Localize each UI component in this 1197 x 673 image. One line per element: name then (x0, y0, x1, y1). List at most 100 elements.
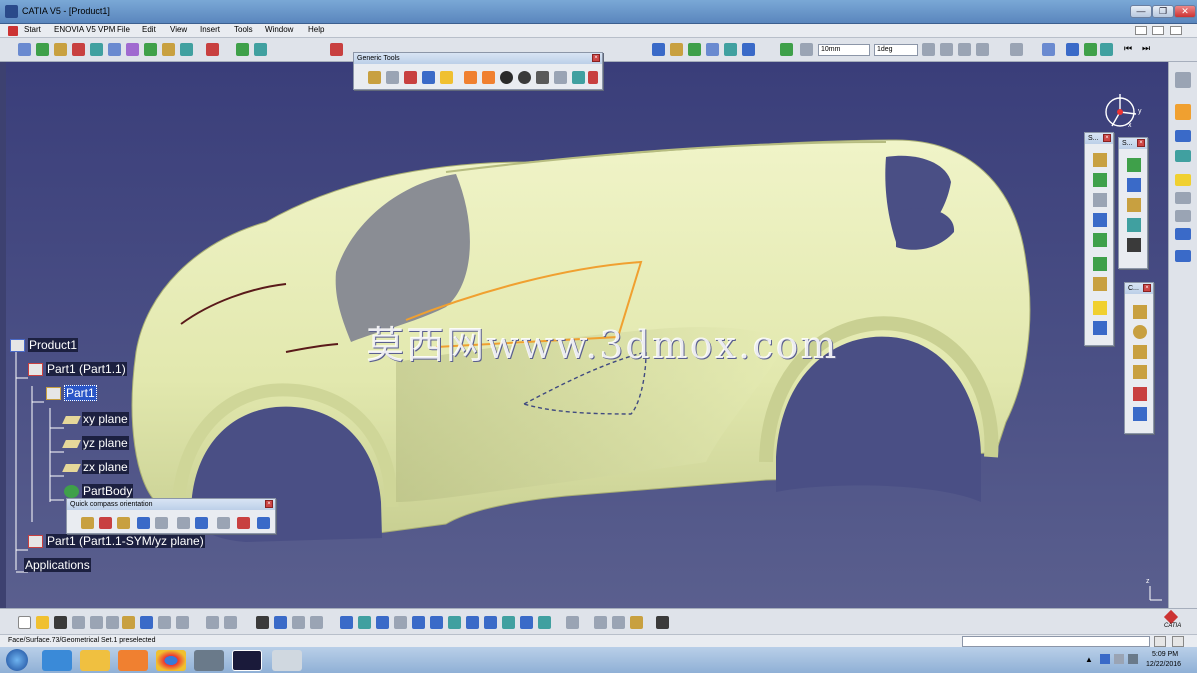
tree-item-xy-plane[interactable]: xy plane (62, 412, 129, 426)
connect-icon[interactable] (1133, 365, 1147, 379)
formula-icon[interactable] (206, 616, 219, 629)
snap-icon[interactable] (780, 43, 793, 56)
close-icon[interactable]: × (1103, 134, 1111, 142)
close-icon[interactable]: × (265, 500, 273, 508)
command-help-icon[interactable] (1154, 636, 1166, 647)
pattern-icon[interactable] (976, 43, 989, 56)
command-close-icon[interactable] (1172, 636, 1184, 647)
surface-icon[interactable] (108, 43, 121, 56)
catalog-icon[interactable] (292, 616, 305, 629)
fit-icon[interactable] (706, 43, 719, 56)
undo-icon[interactable] (140, 616, 153, 629)
tree-item-partbody[interactable]: PartBody (64, 484, 134, 499)
analysis-icon[interactable] (144, 43, 157, 56)
menu-close-icon[interactable] (1170, 26, 1182, 35)
globe-icon[interactable] (1100, 43, 1113, 56)
enovia-logo-icon[interactable] (330, 43, 343, 56)
rotate-y-icon[interactable] (99, 517, 112, 529)
menu-tools[interactable]: Tools (234, 25, 253, 34)
network-icon[interactable] (126, 43, 139, 56)
restore-button[interactable]: ❐ (1152, 5, 1174, 18)
menu-window[interactable]: Window (265, 25, 293, 34)
section-icon[interactable] (464, 71, 477, 84)
redo-icon[interactable] (158, 616, 171, 629)
measure-between-icon[interactable] (594, 616, 607, 629)
car-icon[interactable] (422, 71, 435, 84)
catia-workbench-icon[interactable] (1175, 72, 1191, 88)
wave-icon[interactable] (237, 517, 250, 529)
menu-start[interactable]: Start (24, 25, 41, 34)
tree-icon[interactable] (274, 616, 287, 629)
shading-icon[interactable] (502, 616, 515, 629)
close-icon[interactable]: × (1137, 139, 1145, 147)
menu-view[interactable]: View (170, 25, 187, 34)
ie-icon[interactable] (42, 650, 72, 671)
open-icon[interactable] (36, 616, 49, 629)
menu-restore-icon[interactable] (1152, 26, 1164, 35)
dimension-icon[interactable] (554, 71, 567, 84)
comment-icon[interactable] (224, 616, 237, 629)
paste-icon[interactable] (122, 616, 135, 629)
multi-section-icon[interactable] (1093, 277, 1107, 291)
rotate-x-icon[interactable] (81, 517, 94, 529)
zoom-icon[interactable] (688, 43, 701, 56)
print-icon[interactable] (72, 616, 85, 629)
layers-icon[interactable] (1175, 130, 1191, 142)
play-icon[interactable]: ⏭ (1142, 43, 1150, 54)
command-input[interactable] (962, 636, 1150, 647)
revolve-icon[interactable] (1093, 173, 1107, 187)
angle-step-input[interactable]: 1deg (874, 44, 918, 56)
boundary-icon[interactable] (1127, 178, 1141, 192)
tray-arrow-icon[interactable]: ▲ (1085, 655, 1093, 664)
blend-icon[interactable] (1093, 233, 1107, 247)
zoom-out-icon[interactable] (430, 616, 443, 629)
flag-icon[interactable] (588, 71, 598, 84)
tree-item-yz-plane[interactable]: yz plane (62, 436, 129, 450)
plane-icon[interactable] (54, 43, 67, 56)
product-icon[interactable] (254, 43, 267, 56)
render-icon[interactable] (180, 43, 193, 56)
normal-view-btn-icon[interactable] (448, 616, 461, 629)
catalog2-icon[interactable] (310, 616, 323, 629)
close-button[interactable]: ✕ (1174, 5, 1196, 18)
whats-this-icon[interactable] (176, 616, 189, 629)
select-arrow-icon[interactable] (1175, 104, 1191, 120)
clock-time[interactable]: 5:09 PM (1152, 651, 1178, 658)
compass-snap-icon[interactable] (800, 43, 813, 56)
offset-icon[interactable] (1093, 257, 1107, 271)
close-icon[interactable]: × (592, 54, 600, 62)
compass-reset-icon[interactable] (257, 517, 270, 529)
flip-icon[interactable] (137, 517, 150, 529)
zoom-in-icon[interactable] (412, 616, 425, 629)
iso-view-icon[interactable] (484, 616, 497, 629)
tree-item-zx-plane[interactable]: zx plane (62, 460, 129, 474)
tree-item-part1-instance[interactable]: Part1 (Part1.1) (28, 362, 127, 377)
grid-icon[interactable] (742, 43, 755, 56)
chrome-icon[interactable] (156, 650, 186, 671)
tree-item-part1[interactable]: Part1 (46, 385, 97, 401)
pan-icon[interactable] (376, 616, 389, 629)
move-icon[interactable] (217, 517, 230, 529)
clock-date[interactable]: 12/22/2016 (1146, 661, 1181, 668)
assembly-icon[interactable] (236, 43, 249, 56)
rotate-icon[interactable] (670, 43, 683, 56)
line-icon[interactable] (386, 71, 399, 84)
point-icon[interactable] (368, 71, 381, 84)
extrude-icon[interactable] (1093, 153, 1107, 167)
trim-icon[interactable] (1127, 158, 1141, 172)
sphere-icon[interactable] (518, 71, 531, 84)
axis-icon[interactable] (177, 517, 190, 529)
corner-icon[interactable] (1133, 345, 1147, 359)
update-icon[interactable] (566, 616, 579, 629)
minimize-button[interactable]: — (1130, 5, 1152, 18)
menu-minimize-icon[interactable] (1135, 26, 1147, 35)
split-icon[interactable] (1093, 321, 1107, 335)
fly-icon[interactable] (340, 616, 353, 629)
link-icon[interactable] (1066, 43, 1079, 56)
normal-view-icon[interactable] (724, 43, 737, 56)
select-icon[interactable] (18, 43, 31, 56)
catia-task-icon[interactable] (232, 650, 262, 671)
windows-start-icon[interactable] (6, 649, 28, 671)
media-player-icon[interactable] (118, 650, 148, 671)
circle-icon[interactable] (1133, 325, 1147, 339)
